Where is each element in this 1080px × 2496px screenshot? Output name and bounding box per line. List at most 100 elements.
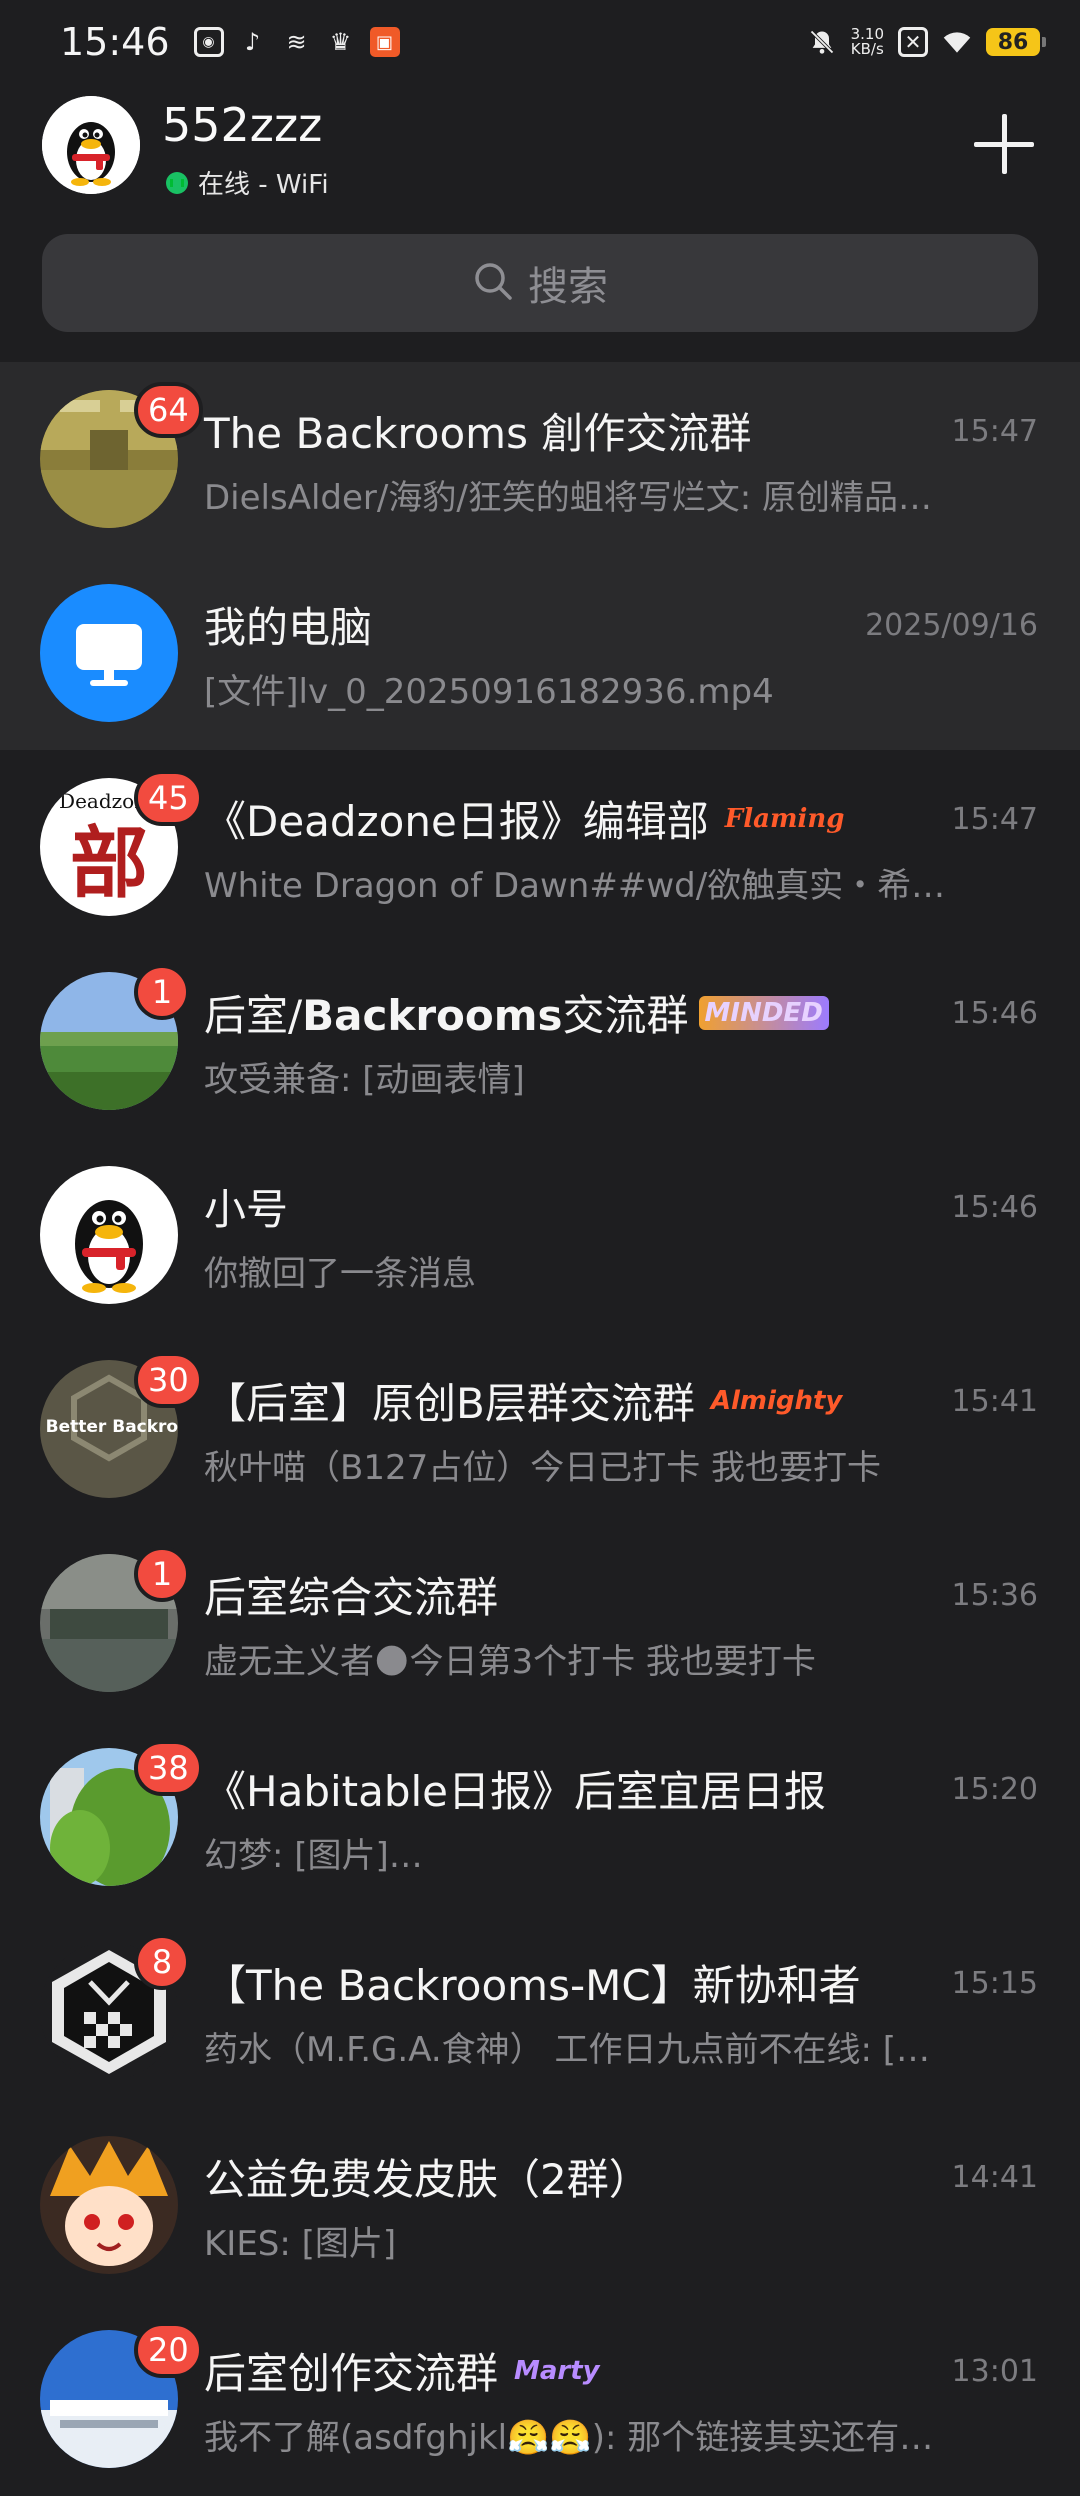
chat-list: 64 The Backrooms 創作交流群 15:47 DielsAlder/… [0,362,1080,2496]
chat-item-free-skins[interactable]: 公益免费发皮肤（2群） 14:41 KIES: [图片] [0,2108,1080,2302]
search-bar[interactable]: 搜索 [42,234,1038,332]
chat-title-suffix: 交流群 [562,991,689,1040]
chat-preview: 攻受兼备: [动画表情] [204,1060,525,1100]
chat-title: 公益免费发皮肤（2群） [204,2146,651,2207]
chat-time: 15:47 [951,802,1038,837]
chat-title-prefix: 后室/ [204,991,303,1040]
profile-avatar[interactable] [42,96,140,194]
unread-badge: 64 [134,382,203,438]
chat-item-b-level-group[interactable]: e Better Backroo 30 【后室】原创B层群交流群 Almight… [0,1332,1080,1526]
group-tag: Marty [514,2355,600,2386]
chat-preview: 秋叶喵（B127占位）今日已打卡 我也要打卡 [204,1448,882,1488]
mute-icon [807,27,837,57]
group-tag: Flaming [724,803,845,834]
search-placeholder: 搜索 [528,264,608,310]
chat-title: 小号 [204,1176,288,1237]
chat-title-text: 小号 [204,1185,289,1234]
chat-time: 14:41 [951,2160,1038,2195]
chat-item-backrooms-creation[interactable]: 64 The Backrooms 創作交流群 15:47 DielsAlder/… [0,362,1080,556]
chat-title-bold: Backrooms [302,991,563,1040]
chat-title: 《Habitable日报》后室宜居日报 [204,1758,826,1819]
status-bar: 15:46 ◉ ♪ ≋ ♛ ▣ 3.10 KB/s ✕ 86 [0,0,1080,84]
tiktok-icon: ♪ [244,28,261,56]
plus-icon[interactable] [966,106,1042,182]
svg-text:部: 部 [70,818,148,909]
chat-title-text: 《Deadzone日报》编辑部 [204,797,709,846]
chat-title-text: 后室创作交流群 [204,2349,499,2398]
chat-title-text: The Backrooms 創作交流群 [204,409,752,458]
layers-icon: ≋ [286,28,307,56]
unread-badge: 1 [134,1546,190,1602]
chat-title-text: 《Habitable日报》后室宜居日报 [204,1767,827,1816]
chat-item-backrooms-creation-2[interactable]: 20 后室创作交流群 Marty 13:01 我不了解(asdfghjkl😤😤)… [0,2302,1080,2496]
chat-item-backrooms-exchange[interactable]: 1 后室/Backrooms交流群 MINDED 15:46 攻受兼备: [动画… [0,944,1080,1138]
chat-item-my-computer[interactable]: 我的电脑 2025/09/16 [文件]lv_0_20250916182936.… [0,556,1080,750]
chat-avatar [40,2136,178,2274]
chat-time: 15:47 [951,414,1038,449]
unread-badge: 8 [134,1934,190,1990]
online-status[interactable]: 在线 - WiFi [166,164,329,201]
chat-preview: 药水（M.F.G.A.食神） 工作日九点前不在线: [… [204,2030,931,2070]
chat-time: 15:46 [951,996,1038,1031]
chat-item-deadzone-daily[interactable]: Deadzone 部 45 《Deadzone日报》编辑部 Flaming 15… [0,750,1080,944]
chat-preview: White Dragon of Dawn##wd/欲触真实・希… [204,866,946,906]
unread-badge: 38 [134,1740,203,1796]
chat-preview: 你撤回了一条消息 [204,1254,476,1294]
chat-item-backrooms-general[interactable]: 1 后室综合交流群 15:36 虚无主义者🌑今日第3个打卡 我也要打卡 [0,1526,1080,1720]
status-right: 3.10 KB/s ✕ 86 [807,27,1046,57]
chat-title: 【The Backrooms-MC】新协和者 [204,1952,861,2013]
chat-preview: 幻梦: [图片]… [204,1836,423,1876]
chat-title: 【后室】原创B层群交流群 Almighty [204,1370,848,1431]
chat-time: 15:36 [951,1578,1038,1613]
chat-preview: 虚无主义者🌑今日第3个打卡 我也要打卡 [204,1642,816,1682]
qq-notify-icon: ◉ [193,27,224,57]
unread-badge: 1 [134,964,190,1020]
chat-title-text: 公益免费发皮肤（2群） [204,2155,651,2204]
chat-title: 我的电脑 [204,594,372,655]
chat-avatar [40,584,178,722]
chat-title: 后室创作交流群 Marty [204,2340,606,2401]
chat-item-habitable-daily[interactable]: 38 《Habitable日报》后室宜居日报 15:20 幻梦: [图片]… [0,1720,1080,1914]
search-icon [472,260,514,306]
chat-title: The Backrooms 創作交流群 [204,400,751,461]
status-time: 15:46 [60,20,170,64]
chat-preview: KIES: [图片] [204,2224,397,2264]
wifi-icon [942,27,972,57]
chat-preview: [文件]lv_0_20250916182936.mp4 [204,672,774,712]
chat-item-backrooms-mc[interactable]: 8 【The Backrooms-MC】新协和者 15:15 药水（M.F.G.… [0,1914,1080,2108]
chat-title-text: 后室/Backrooms交流群 [204,982,689,1043]
chat-time: 15:15 [951,1966,1038,2001]
chat-time: 2025/09/16 [865,608,1038,643]
x-icon: ✕ [898,27,928,57]
chat-title-text: 【The Backrooms-MC】新协和者 [204,1961,861,2010]
svg-text:e Better Backroo: e Better Backroo [40,1417,178,1437]
chat-time: 15:46 [951,1190,1038,1225]
unread-badge: 20 [134,2322,203,2378]
chat-title-text: 【后室】原创B层群交流群 [204,1379,695,1428]
chat-preview: 我不了解(asdfghjkl😤😤): 那个链接其实还有… [204,2418,934,2458]
chat-title: 后室综合交流群 [204,1564,498,1625]
chat-time: 13:01 [951,2354,1038,2389]
chat-preview: DielsAlder/海豹/狂笑的蛆将写烂文: 原创精品… [204,478,933,518]
username[interactable]: 552zzz [162,98,322,152]
battery-indicator: 86 [986,28,1046,56]
notification-icons: ◉ ♪ ≋ ♛ ▣ [193,27,400,57]
chat-title: 后室/Backrooms交流群 MINDED [204,982,829,1043]
chat-time: 15:41 [951,1384,1038,1419]
net-speed-unit: KB/s [850,40,884,58]
crown-icon: ♛ [329,28,352,56]
chat-time: 15:20 [951,1772,1038,1807]
net-speed: 3.10 KB/s [851,27,884,57]
unread-badge: 45 [134,770,203,826]
chat-item-alt-account[interactable]: 小号 15:46 你撤回了一条消息 [0,1138,1080,1332]
unread-badge: 30 [134,1352,203,1408]
online-status-text: 在线 - WiFi [198,170,329,200]
chat-title: 《Deadzone日报》编辑部 Flaming [204,788,850,849]
group-tag: MINDED [698,995,829,1030]
chat-avatar [40,1166,178,1304]
online-status-icon [166,171,188,194]
group-tag: Almighty [710,1385,843,1416]
app-icon: ▣ [369,27,400,57]
header: 552zzz 在线 - WiFi [0,84,1080,224]
chat-title-text: 我的电脑 [204,603,373,652]
